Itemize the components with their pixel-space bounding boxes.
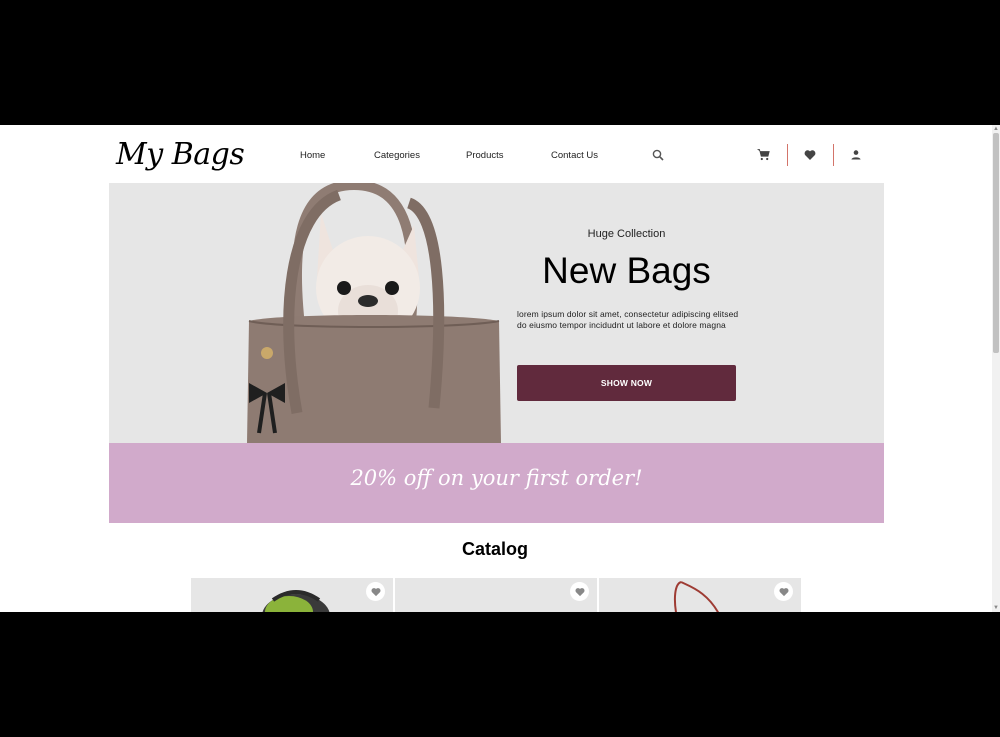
- nav-contact-us[interactable]: Contact Us: [551, 150, 598, 161]
- product-card[interactable]: [599, 578, 801, 612]
- cart-icon[interactable]: [757, 148, 770, 161]
- product-image-backpack: [262, 590, 330, 612]
- product-card[interactable]: [191, 578, 393, 612]
- search-icon[interactable]: [652, 149, 664, 161]
- header-divider: [787, 144, 788, 166]
- catalog-title: Catalog: [461, 539, 528, 559]
- page-scrollbar[interactable]: ▲ ▼: [992, 125, 1000, 612]
- promo-banner[interactable]: 20% off on your first order!: [109, 443, 884, 523]
- brand-logo[interactable]: My Bags: [116, 137, 245, 172]
- wishlist-button[interactable]: [366, 582, 385, 601]
- heart-icon[interactable]: [804, 149, 816, 161]
- hero-subtitle: Huge Collection: [587, 228, 666, 240]
- show-now-button[interactable]: SHOW NOW: [517, 365, 736, 401]
- nav-products[interactable]: Products: [466, 150, 504, 161]
- wishlist-button[interactable]: [774, 582, 793, 601]
- heart-icon: [370, 587, 381, 596]
- scroll-thumb[interactable]: [993, 133, 999, 353]
- nav-home[interactable]: Home: [300, 150, 325, 161]
- header-divider: [833, 144, 834, 166]
- hero-title: New Bags: [542, 250, 711, 291]
- wishlist-button[interactable]: [570, 582, 589, 601]
- scroll-up-arrow-icon[interactable]: ▲: [992, 125, 1000, 133]
- scroll-down-arrow-icon[interactable]: ▼: [992, 604, 1000, 612]
- product-image-strap-bag: [673, 581, 719, 612]
- heart-icon: [574, 587, 585, 596]
- nav-categories[interactable]: Categories: [374, 150, 420, 161]
- browser-viewport: My Bags Home Categories Products Contact…: [0, 125, 1000, 612]
- user-icon[interactable]: [850, 149, 862, 161]
- hero-image-dog-in-bag: [247, 183, 501, 443]
- hero-description: lorem ipsum dolor sit amet, consectetur …: [517, 309, 739, 330]
- hero-banner: Huge Collection New Bags lorem ipsum dol…: [109, 183, 884, 443]
- product-card[interactable]: [395, 578, 597, 612]
- promo-text: 20% off on your first order!: [350, 466, 643, 490]
- heart-icon: [778, 587, 789, 596]
